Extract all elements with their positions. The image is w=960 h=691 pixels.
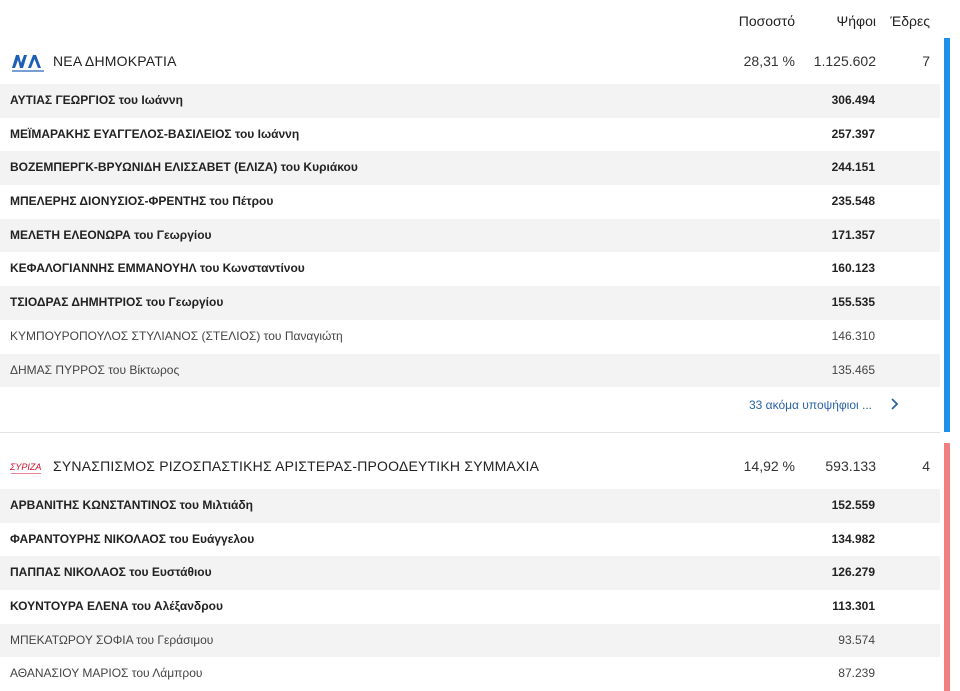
chevron-right-icon[interactable] [888, 397, 900, 411]
party-name: ΝΕΑ ΔΗΜΟΚΡΑΤΙΑ [53, 53, 177, 69]
candidate-list: ΑΡΒΑΝΙΤΗΣ ΚΩΝΣΤΑΝΤΙΝΟΣ του Μιλτιάδη 152.5… [0, 489, 960, 691]
candidate-list: ΑΥΤΙΑΣ ΓΕΩΡΓΙΟΣ του Ιωάννη 306.494 ΜΕΪΜΑΡΑ… [0, 84, 960, 388]
candidate-name: ΤΣΙΟΔΡΑΣ ΔΗΜΗΤΡΙΟΣ του Γεωργίου [10, 295, 224, 310]
candidate-votes: 146.310 [831, 328, 875, 343]
candidate-name: ΚΟΥΝΤΟΥΡΑ ΕΛΕΝΑ του Αλέξανδρου [10, 599, 223, 614]
party-header[interactable]: ΣΥΡΙΖΑ ΣΥΝΑΣΠΙΣΜΟΣ ΡΙΖΟΣΠΑΣΤΙΚΗΣ ΑΡΙΣΤΕΡ… [0, 443, 960, 489]
candidate-name: ΜΠΕΛΕΡΗΣ ΔΙΟΝΥΣΙΟΣ-ΦΡΕΝΤΗΣ του Πέτρου [10, 194, 274, 209]
candidate-votes: 155.535 [831, 295, 875, 310]
candidate-row[interactable]: ΚΕΦΑΛΟΓΙΑΝΝΗΣ ΕΜΜΑΝΟΥΗΛ του Κωνσταντίνου… [0, 252, 940, 286]
candidate-name: ΠΑΠΠΑΣ ΝΙΚΟΛΑΟΣ του Ευστάθιου [10, 565, 212, 580]
party-votes: 593.133 [825, 458, 876, 474]
seats-column-label: Έδρες [890, 13, 930, 29]
candidate-votes: 257.397 [831, 126, 875, 141]
candidate-name: ΑΘΑΝΑΣΙΟΥ ΜΑΡΙΟΣ του Λάμπρου [10, 666, 203, 681]
candidate-votes: 126.279 [831, 565, 875, 580]
candidate-votes: 87.239 [838, 666, 875, 681]
party-name: ΣΥΝΑΣΠΙΣΜΟΣ ΡΙΖΟΣΠΑΣΤΙΚΗΣ ΑΡΙΣΤΕΡΑΣ-ΠΡΟΟ… [53, 458, 540, 474]
candidate-row[interactable]: ΚΟΥΝΤΟΥΡΑ ΕΛΕΝΑ του Αλέξανδρου 113.301 [0, 590, 940, 624]
party-block-nd: ΝΕΑ ΔΗΜΟΚΡΑΤΙΑ 28,31 % 1.125.602 7 ΑΥΤΙΑ… [0, 38, 960, 432]
candidate-votes: 235.548 [831, 194, 875, 209]
party-block-syriza: ΣΥΡΙΖΑ ΣΥΝΑΣΠΙΣΜΟΣ ΡΙΖΟΣΠΑΣΤΙΚΗΣ ΑΡΙΣΤΕΡ… [0, 443, 960, 691]
votes-column-label: Ψήφοι [836, 13, 876, 29]
candidate-name: ΚΕΦΑΛΟΓΙΑΝΝΗΣ ΕΜΜΑΝΟΥΗΛ του Κωνσταντίνου [10, 261, 305, 276]
column-header: Ποσοστό Ψήφοι Έδρες [0, 0, 960, 40]
candidate-row[interactable]: ΚΥΜΠΟΥΡΟΠΟΥΛΟΣ ΣΤΥΛΙΑΝΟΣ (ΣΤΕΛΙΟΣ) του Π… [0, 320, 940, 354]
candidate-name: ΜΕΛΕΤΗ ΕΛΕΟΝΩΡΑ του Γεωργίου [10, 227, 212, 242]
candidate-votes: 135.465 [831, 362, 875, 377]
candidate-row[interactable]: ΔΗΜΑΣ ΠΥΡΡΟΣ του Βίκτωρος 135.465 [0, 353, 940, 388]
candidate-row[interactable]: ΤΣΙΟΔΡΑΣ ΔΗΜΗΤΡΙΟΣ του Γεωργίου 155.535 [0, 286, 940, 320]
candidate-row[interactable]: ΜΠΕΛΕΡΗΣ ΔΙΟΝΥΣΙΟΣ-ΦΡΕΝΤΗΣ του Πέτρου 235… [0, 185, 940, 219]
candidate-row[interactable]: ΦΑΡΑΝΤΟΥΡΗΣ ΝΙΚΟΛΑΟΣ του Ευάγγελου 134.98… [0, 523, 940, 557]
candidate-row[interactable]: ΠΑΠΠΑΣ ΝΙΚΟΛΑΟΣ του Ευστάθιου 126.279 [0, 556, 940, 591]
candidate-name: ΑΡΒΑΝΙΤΗΣ ΚΩΝΣΤΑΝΤΙΝΟΣ του Μιλτιάδη [10, 498, 254, 512]
party-percent: 28,31 % [743, 53, 795, 69]
candidate-name: ΑΥΤΙΑΣ ΓΕΩΡΓΙΟΣ του Ιωάννη [10, 93, 183, 107]
candidate-row[interactable]: ΑΡΒΑΝΙΤΗΣ ΚΩΝΣΤΑΝΤΙΝΟΣ του Μιλτιάδη 152.5… [0, 489, 940, 523]
more-candidates-link[interactable]: 33 ακόμα υποψήφιοι ... [749, 398, 872, 412]
candidate-votes: 93.574 [838, 632, 875, 647]
candidate-name: ΜΠΕΚΑΤΩΡΟΥ ΣΟΦΙΑ του Γεράσιμου [10, 632, 214, 647]
candidate-name: ΚΥΜΠΟΥΡΟΠΟΥΛΟΣ ΣΤΥΛΙΑΝΟΣ (ΣΤΕΛΙΟΣ) του Π… [10, 328, 343, 343]
candidate-row[interactable]: ΑΘΑΝΑΣΙΟΥ ΜΑΡΙΟΣ του Λάμπρου 87.239 [0, 657, 940, 691]
candidate-votes: 244.151 [831, 160, 875, 175]
candidate-name: ΒΟΖΕΜΠΕΡΓΚ-ΒΡΥΩΝΙΔΗ ΕΛΙΣΣΑΒΕΤ (ΕΛΙΖΑ) το… [10, 160, 358, 175]
candidate-votes: 134.982 [831, 531, 875, 546]
party-header[interactable]: ΝΕΑ ΔΗΜΟΚΡΑΤΙΑ 28,31 % 1.125.602 7 [0, 38, 960, 84]
candidate-name: ΦΑΡΑΝΤΟΥΡΗΣ ΝΙΚΟΛΑΟΣ του Ευάγγελου [10, 531, 255, 546]
candidate-row[interactable]: ΑΥΤΙΑΣ ΓΕΩΡΓΙΟΣ του Ιωάννη 306.494 [0, 84, 940, 118]
candidate-name: ΔΗΜΑΣ ΠΥΡΡΟΣ του Βίκτωρος [10, 362, 180, 377]
party-votes: 1.125.602 [813, 53, 876, 69]
candidate-row[interactable]: ΒΟΖΕΜΠΕΡΓΚ-ΒΡΥΩΝΙΔΗ ΕΛΙΣΣΑΒΕΤ (ΕΛΙΖΑ) το… [0, 151, 940, 186]
candidate-row[interactable]: ΜΕΪΜΑΡΑΚΗΣ ΕΥΑΓΓΕΛΟΣ-ΒΑΣΙΛΕΙΟΣ του Ιωάνν… [0, 118, 940, 152]
percent-column-label: Ποσοστό [738, 13, 795, 29]
candidate-name: ΜΕΪΜΑΡΑΚΗΣ ΕΥΑΓΓΕΛΟΣ-ΒΑΣΙΛΕΙΟΣ του Ιωάνν… [10, 126, 300, 141]
section-divider [0, 432, 940, 433]
candidate-votes: 171.357 [831, 227, 875, 242]
candidate-votes: 160.123 [831, 261, 875, 276]
candidate-votes: 306.494 [831, 93, 875, 107]
party-percent: 14,92 % [743, 458, 795, 474]
candidate-row[interactable]: ΜΠΕΚΑΤΩΡΟΥ ΣΟΦΙΑ του Γεράσιμου 93.574 [0, 623, 940, 658]
syriza-logo-icon: ΣΥΡΙΖΑ [10, 462, 41, 474]
more-candidates-row: 33 ακόμα υποψήφιοι ... [0, 387, 940, 429]
nd-logo-icon [12, 55, 44, 72]
candidate-votes: 113.301 [832, 599, 875, 614]
syriza-logo-text: ΣΥΡΙΖΑ [10, 462, 41, 472]
party-seats: 7 [922, 53, 930, 69]
candidate-votes: 152.559 [831, 498, 875, 512]
party-seats: 4 [922, 458, 930, 474]
candidate-row[interactable]: ΜΕΛΕΤΗ ΕΛΕΟΝΩΡΑ του Γεωργίου 171.357 [0, 218, 940, 253]
